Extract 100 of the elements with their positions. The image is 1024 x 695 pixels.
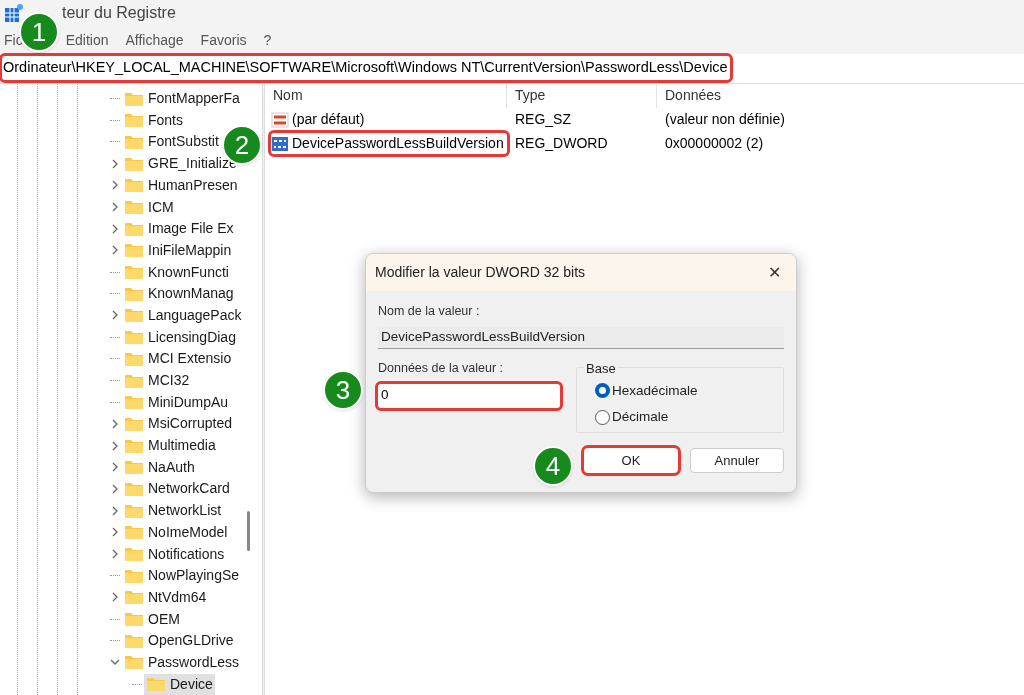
tree-item[interactable]: MCI32 [122, 370, 192, 392]
folder-icon [124, 329, 144, 346]
dialog-button[interactable]: Annuler [690, 447, 784, 473]
chevron-right-icon[interactable] [110, 310, 120, 321]
chevron-right-icon[interactable] [110, 505, 120, 516]
tree-item-label: KnownFuncti [148, 262, 229, 282]
tree-item-label: IniFileMappin [148, 240, 232, 260]
chevron-right-icon[interactable] [110, 202, 120, 213]
value-data-field[interactable]: 0 [378, 383, 560, 408]
menu-item[interactable]: Affichage [125, 29, 184, 51]
folder-icon [124, 372, 144, 389]
tree-item[interactable]: OpenGLDrive [122, 630, 236, 652]
tree-item[interactable]: MiniDumpAu [122, 391, 231, 413]
window-title: teur du Registre [62, 3, 176, 24]
tree-item-label: KnownManag [148, 284, 234, 304]
tree-item[interactable]: FontMapperFa [122, 88, 242, 110]
folder-icon [124, 589, 144, 606]
dialog-title: Modifier la valeur DWORD 32 bits [375, 263, 586, 282]
chevron-right-icon[interactable] [110, 158, 120, 169]
address-field[interactable]: Ordinateur\HKEY_LOCAL_MACHINE\SOFTWARE\Microsoft\Windows NT\CurrentVersion\PasswordLess\Device [2, 55, 730, 80]
chevron-right-icon[interactable] [110, 223, 120, 234]
tree-item[interactable]: Image File Ex [122, 218, 236, 240]
tree-item-label: OpenGLDrive [148, 631, 234, 651]
chevron-right-icon[interactable] [110, 462, 120, 473]
tree-item[interactable]: PasswordLess [122, 651, 242, 673]
chevron-right-icon[interactable] [110, 245, 120, 256]
value-name-text: (par défaut) [292, 110, 365, 130]
tree-item[interactable]: OEM [122, 608, 182, 630]
folder-icon [124, 437, 144, 454]
tree-item-label: NowPlayingSe [148, 566, 240, 586]
radio-option[interactable]: Décimale [595, 407, 783, 428]
dialog-button[interactable]: OK [584, 447, 678, 473]
tree-item[interactable]: Notifications [122, 543, 227, 565]
tree-item[interactable]: KnownFuncti [122, 261, 231, 283]
tree-item[interactable]: NoImeModel [122, 521, 230, 543]
chevron-right-icon[interactable] [110, 592, 120, 603]
folder-icon [124, 307, 144, 324]
tree-item-label: HumanPresen [148, 175, 238, 195]
menu-item[interactable]: ? [263, 29, 272, 51]
tree-item[interactable]: MsiCorrupted [122, 413, 235, 435]
column-header[interactable]: Nom [265, 83, 507, 108]
binary-value-icon [271, 134, 289, 153]
chevron-right-icon[interactable] [110, 549, 120, 560]
chevron-right-icon[interactable] [110, 418, 120, 429]
value-name[interactable]: (par défaut) [271, 109, 368, 131]
folder-icon [146, 676, 166, 693]
tree-item-label: FontSubstit [148, 132, 219, 152]
table-cell-text: REG_DWORD [514, 134, 609, 154]
tree-item[interactable]: LanguagePack [122, 304, 244, 326]
value-name[interactable]: DevicePasswordLessBuildVersion [271, 133, 507, 155]
folder-icon [124, 133, 144, 150]
tree-item[interactable]: FontSubstit [122, 131, 221, 153]
tree-item-label: NoImeModel [148, 522, 228, 542]
tree-item[interactable]: IniFileMappin [122, 239, 234, 261]
scrollbar-thumb[interactable] [247, 510, 250, 551]
column-header[interactable]: Type [507, 83, 657, 108]
tree-item[interactable]: Device [144, 673, 215, 695]
tree-item[interactable]: NetworkList [122, 500, 224, 522]
tree-item[interactable]: Multimedia [122, 435, 218, 457]
tree-item-label: LicensingDiag [148, 327, 236, 347]
folder-icon [124, 242, 144, 259]
tree-item-label: Device [170, 674, 213, 694]
menu-item[interactable]: Edition [65, 29, 109, 51]
folder-icon [124, 654, 144, 671]
tree-item-label: NetworkCard [148, 479, 230, 499]
chevron-right-icon[interactable] [110, 483, 120, 494]
menu-item[interactable]: Favoris [200, 29, 247, 51]
tree-item[interactable]: KnownManag [122, 283, 236, 305]
folder-icon [124, 502, 144, 519]
step-badge: 3 [323, 370, 363, 410]
tree-item-label: MCI32 [148, 371, 190, 391]
table-cell-text: (valeur non définie) [664, 110, 785, 130]
radio-option[interactable]: Hexadécimale [595, 380, 783, 401]
tree-item-label: Notifications [148, 544, 225, 564]
folder-icon [124, 285, 144, 302]
tree-item[interactable]: LicensingDiag [122, 326, 238, 348]
tree-item[interactable]: NowPlayingSe [122, 565, 242, 587]
value-name-field: DevicePasswordLessBuildVersion [378, 326, 784, 349]
chevron-right-icon[interactable] [110, 527, 120, 538]
folder-icon [124, 480, 144, 497]
chevron-right-icon[interactable] [110, 440, 120, 451]
tree-item[interactable]: ICM [122, 196, 176, 218]
tree-item[interactable]: Fonts [122, 109, 185, 131]
tree-item[interactable]: GRE_Initialize [122, 153, 239, 175]
tree-item[interactable]: NtVdm64 [122, 586, 209, 608]
tree-item[interactable]: NaAuth [122, 456, 197, 478]
tree-item-label: NetworkList [148, 501, 222, 521]
value-name-text: DevicePasswordLessBuildVersion [292, 134, 504, 154]
folder-icon [124, 546, 144, 563]
folder-icon [124, 632, 144, 649]
tree-item[interactable]: NetworkCard [122, 478, 232, 500]
registry-icon [4, 3, 24, 24]
column-header[interactable]: Données [657, 83, 857, 108]
field-label: Données de la valeur : [378, 359, 505, 377]
tree-item[interactable]: MCI Extensio [122, 348, 234, 370]
folder-icon [124, 199, 144, 216]
chevron-right-icon[interactable] [110, 180, 120, 191]
folder-icon [124, 415, 144, 432]
tree-item[interactable]: HumanPresen [122, 174, 240, 196]
close-button[interactable]: ✕ [762, 260, 786, 285]
